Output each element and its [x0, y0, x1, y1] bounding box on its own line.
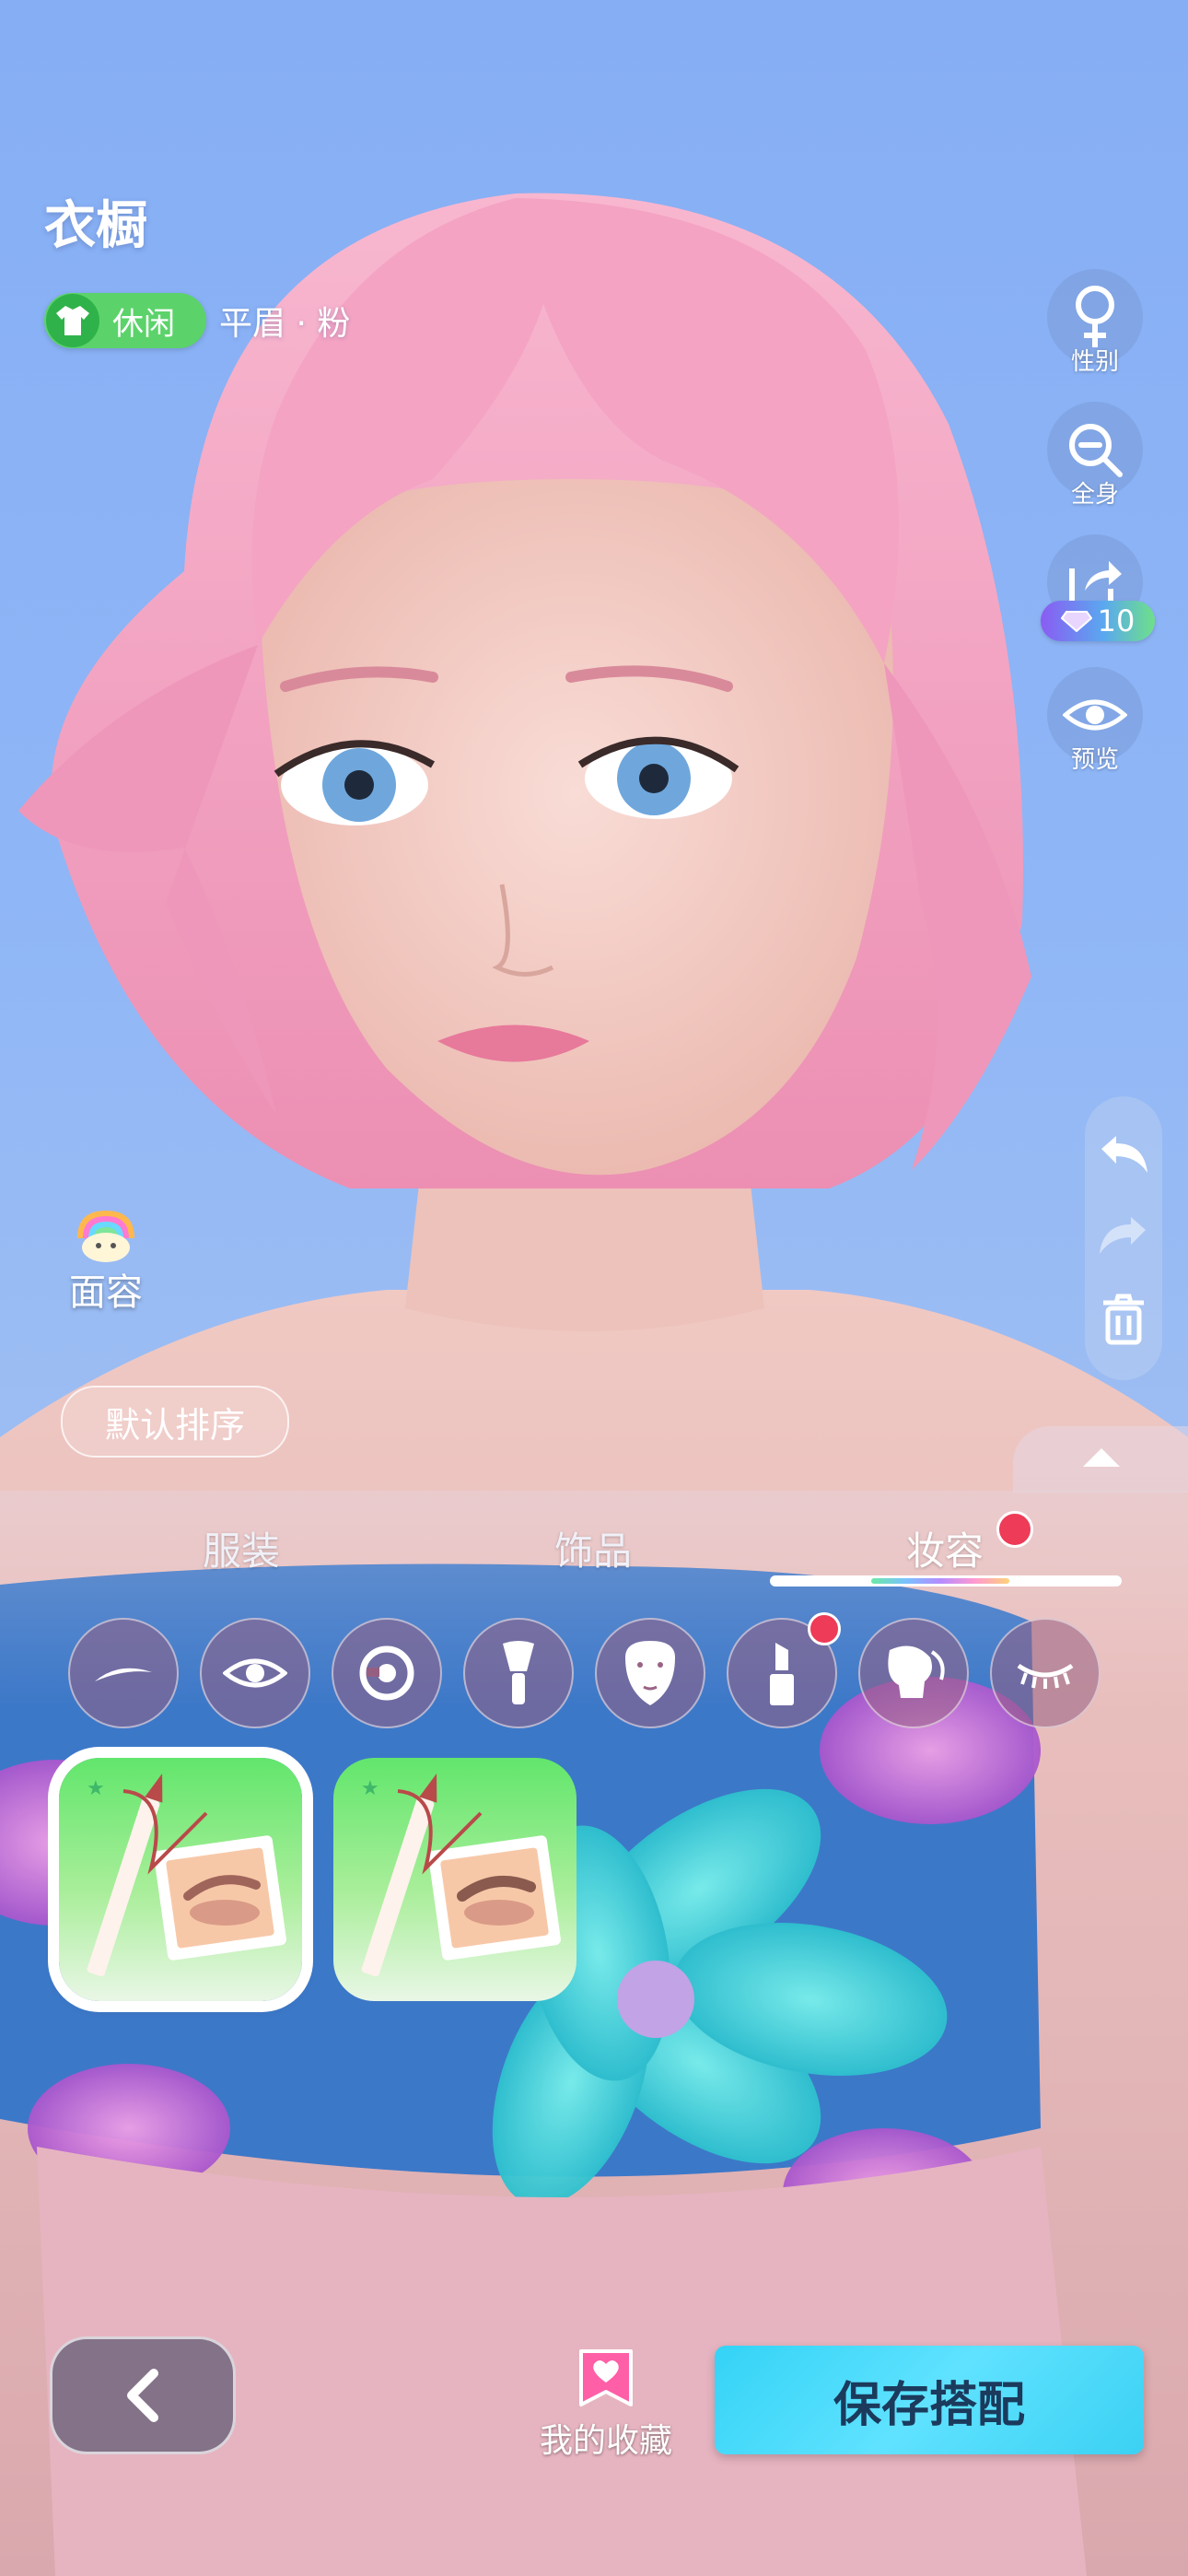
- lipstick-icon[interactable]: [727, 1612, 841, 1728]
- style-tag[interactable]: 休闲: [44, 293, 206, 348]
- face-mask-icon[interactable]: [595, 1618, 705, 1728]
- eyelash-icon[interactable]: [990, 1618, 1101, 1728]
- face-profile-icon[interactable]: [858, 1618, 969, 1728]
- eyebrow-pencil-icon: ★: [87, 1773, 286, 1977]
- tab-accessories[interactable]: 饰品: [554, 1520, 632, 1576]
- wardrobe-screen: 衣橱 休闲 平眉 · 粉 性别 全身 10 预览 面容 默认排序 服装 饰品 妆…: [0, 0, 1188, 2576]
- svg-text:★: ★: [87, 1777, 105, 1800]
- makeup-item-card[interactable]: ★: [59, 1758, 302, 2001]
- preview-label: 预览: [1070, 746, 1119, 774]
- diamond-icon: [1060, 611, 1092, 632]
- iris-icon[interactable]: [332, 1618, 442, 1728]
- current-item-name: 平眉 · 粉: [219, 305, 351, 343]
- chevron-up-icon: [1083, 1448, 1120, 1467]
- eye-icon[interactable]: [200, 1618, 310, 1728]
- face-button[interactable]: 面容: [55, 1207, 157, 1316]
- shirt-icon: [46, 294, 99, 347]
- diamond-count: 10: [1097, 603, 1136, 638]
- makeup-tab-badge: [996, 1511, 1033, 1548]
- gender-button[interactable]: 性别: [1044, 269, 1146, 377]
- preview-button[interactable]: 预览: [1044, 667, 1146, 775]
- full-body-button[interactable]: 全身: [1044, 402, 1146, 509]
- makeup-item-card[interactable]: ★: [333, 1758, 577, 2001]
- eyebrow-icon[interactable]: [68, 1618, 179, 1728]
- heart-bookmark-icon: [579, 2349, 633, 2406]
- tab-clothing[interactable]: 服装: [203, 1520, 280, 1576]
- face-label: 面容: [69, 1271, 143, 1314]
- redo-icon[interactable]: [1098, 1211, 1149, 1262]
- makeup-category-row: [0, 1612, 1188, 1728]
- lipstick-new-badge: [808, 1612, 841, 1645]
- gender-label: 性别: [1070, 348, 1119, 376]
- save-outfit-button[interactable]: 保存搭配: [715, 2346, 1144, 2454]
- delete-icon[interactable]: [1098, 1294, 1149, 1345]
- eyebrow-pencil-icon: ★: [361, 1773, 561, 1977]
- chevron-left-icon: [127, 2369, 158, 2422]
- collapse-panel-button[interactable]: [1013, 1426, 1188, 1493]
- favorites-label: 我的收藏: [539, 2422, 672, 2460]
- edit-history-rail: [1085, 1096, 1162, 1380]
- makeup-brush-icon[interactable]: [463, 1618, 574, 1728]
- sort-button[interactable]: 默认排序: [61, 1386, 289, 1458]
- active-tab-indicator: [770, 1575, 1122, 1587]
- tab-makeup[interactable]: 妆容: [906, 1520, 984, 1576]
- style-tag-label: 休闲: [112, 305, 175, 343]
- svg-text:★: ★: [361, 1777, 379, 1800]
- favorites-button[interactable]: 我的收藏: [529, 2348, 683, 2462]
- rainbow-face-icon: [77, 1211, 134, 1262]
- undo-icon[interactable]: [1098, 1130, 1149, 1181]
- page-title: 衣橱: [44, 196, 147, 256]
- full-body-label: 全身: [1070, 481, 1119, 509]
- back-button[interactable]: [50, 2336, 236, 2454]
- share-reward-badge: 10: [1041, 601, 1155, 641]
